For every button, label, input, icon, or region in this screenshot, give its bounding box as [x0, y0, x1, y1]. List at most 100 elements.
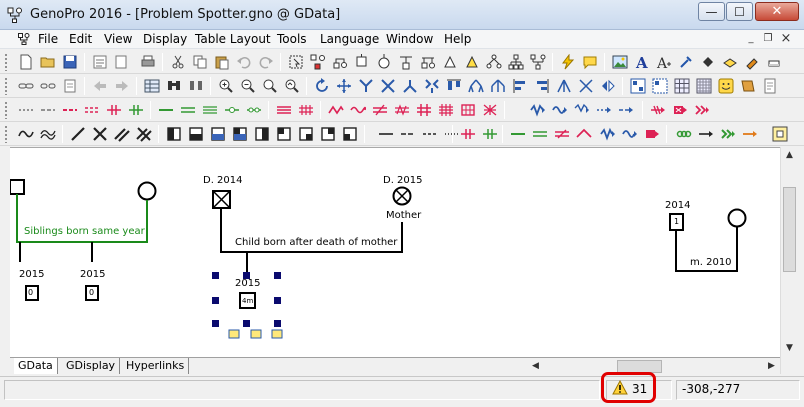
family-link-icon[interactable] [332, 54, 348, 70]
page-view-icon[interactable] [762, 78, 778, 94]
move-icon[interactable] [336, 78, 352, 94]
red-mesh-icon[interactable] [482, 102, 498, 118]
picture-icon[interactable] [612, 54, 628, 70]
new-file-icon[interactable] [18, 54, 34, 70]
grid-fine-icon[interactable] [696, 78, 712, 94]
scroll-left-icon[interactable]: ◀ [527, 358, 544, 375]
zoom-reset-icon[interactable] [284, 78, 300, 94]
green-chain-link-icon[interactable] [676, 126, 692, 142]
genopro-app-icon[interactable] [7, 7, 23, 23]
lightning-icon[interactable] [560, 54, 576, 70]
refresh-icon[interactable] [314, 78, 330, 94]
certificate-icon[interactable] [740, 78, 756, 94]
red-crossed-link-icon[interactable] [554, 126, 570, 142]
dotted-line-icon[interactable] [18, 102, 34, 118]
dot-dash-line-icon[interactable] [422, 126, 438, 142]
ungroup-icon[interactable] [652, 78, 668, 94]
fill-quadrant-tl-icon[interactable] [276, 126, 292, 142]
red-double-dash-icon[interactable] [84, 102, 100, 118]
green-solid-link-icon[interactable] [510, 126, 526, 142]
green-double-arrow-icon[interactable] [720, 126, 736, 142]
group-icon[interactable] [630, 78, 646, 94]
toolbar-grip[interactable] [4, 77, 8, 95]
fill-bottom-half-icon[interactable] [188, 126, 204, 142]
green-ring-line-icon[interactable] [246, 102, 262, 118]
blue-arrow-zigzag-icon[interactable] [530, 102, 546, 118]
wave-line-icon[interactable] [18, 126, 34, 142]
save-icon[interactable] [62, 54, 78, 70]
align-left-icon[interactable] [512, 78, 528, 94]
back-icon[interactable] [92, 78, 108, 94]
toolbar-grip[interactable] [4, 101, 8, 119]
horizontal-scrollbar[interactable]: ◀ ▶ [527, 357, 780, 374]
vertical-scroll-thumb[interactable] [783, 187, 796, 272]
select-icon[interactable] [288, 54, 304, 70]
genogram-canvas[interactable]: Siblings born same year 2015 0 2015 0 D.… [10, 147, 780, 357]
toolbar-grip[interactable] [4, 125, 8, 143]
close-button[interactable]: ✕ [755, 2, 799, 21]
red-peak-link-icon[interactable] [576, 126, 592, 142]
minimize-button[interactable]: — [698, 2, 725, 21]
menu-table-layout[interactable]: Table Layout [195, 32, 271, 46]
red-triple-line-icon[interactable] [276, 102, 292, 118]
blue-wave-arrow-icon[interactable] [552, 102, 568, 118]
orange-arrow-icon[interactable] [742, 126, 758, 142]
flip-icon[interactable] [600, 78, 616, 94]
child-death-note-label[interactable]: Child born after death of mother [235, 237, 397, 248]
find-icon[interactable] [166, 78, 182, 94]
maximize-button[interactable]: ☐ [726, 2, 753, 21]
female-add-icon[interactable] [376, 54, 392, 70]
zoom-in-icon[interactable] [218, 78, 234, 94]
print-icon[interactable] [140, 54, 156, 70]
menu-tools[interactable]: Tools [277, 32, 307, 46]
red-box-link-icon[interactable] [644, 126, 660, 142]
fill-left-half-icon[interactable] [166, 126, 182, 142]
menu-edit[interactable]: Edit [69, 32, 92, 46]
family-group-icon[interactable] [310, 54, 326, 70]
tab-gdisplay[interactable]: GDisplay [62, 358, 121, 374]
menu-window[interactable]: Window [386, 32, 433, 46]
red-wave-icon[interactable] [350, 102, 366, 118]
mdi-restore-button[interactable]: ❐ [761, 33, 775, 45]
table-icon[interactable] [144, 78, 160, 94]
single-slash-icon[interactable] [70, 126, 86, 142]
blue-dashed-arrow-icon[interactable] [618, 102, 634, 118]
descendants-icon[interactable] [508, 54, 524, 70]
eraser-icon[interactable] [766, 54, 782, 70]
menu-display[interactable]: Display [143, 32, 187, 46]
male-symbol-left[interactable] [10, 179, 25, 195]
green-node-line-icon[interactable] [224, 102, 240, 118]
zoom-fit-icon[interactable] [262, 78, 278, 94]
red-box-arrow-icon[interactable] [672, 102, 688, 118]
grid-icon[interactable] [674, 78, 690, 94]
eyedropper-icon[interactable] [678, 54, 694, 70]
red-cutoff-icon[interactable] [106, 102, 122, 118]
red-double-hash-icon[interactable] [438, 102, 454, 118]
toolbar-grip[interactable] [4, 53, 8, 71]
mdi-close-button[interactable]: × [779, 32, 793, 45]
tab-gdata[interactable]: GData [14, 358, 58, 374]
green-triple-line-icon[interactable] [202, 102, 218, 118]
double-wave-line-icon[interactable] [40, 126, 56, 142]
label-icon[interactable] [582, 54, 598, 70]
long-dash-line-icon[interactable] [400, 126, 416, 142]
blue-dotted-arrow-icon[interactable] [596, 102, 612, 118]
fill-right-half-icon[interactable] [254, 126, 270, 142]
paste-icon[interactable] [214, 54, 230, 70]
fill-quadrant-br-icon[interactable] [298, 126, 314, 142]
red-cut-line-icon[interactable] [460, 126, 476, 142]
mdi-minimize-button[interactable]: _ [744, 33, 758, 45]
tree-icon[interactable] [486, 54, 502, 70]
fill-top-left-icon[interactable] [232, 126, 248, 142]
document-icon[interactable] [18, 33, 30, 45]
bookmark-icon[interactable] [62, 78, 78, 94]
align-right-icon[interactable] [534, 78, 550, 94]
dashed-line-icon[interactable] [40, 102, 56, 118]
red-zigzag-icon[interactable] [328, 102, 344, 118]
red-dash-line-icon[interactable] [62, 102, 78, 118]
text-label-icon[interactable]: A [634, 54, 650, 70]
properties-icon[interactable] [92, 54, 108, 70]
highlight-box-icon[interactable] [772, 126, 788, 142]
scroll-down-icon[interactable]: ▼ [781, 340, 798, 357]
cut-icon[interactable] [170, 54, 186, 70]
